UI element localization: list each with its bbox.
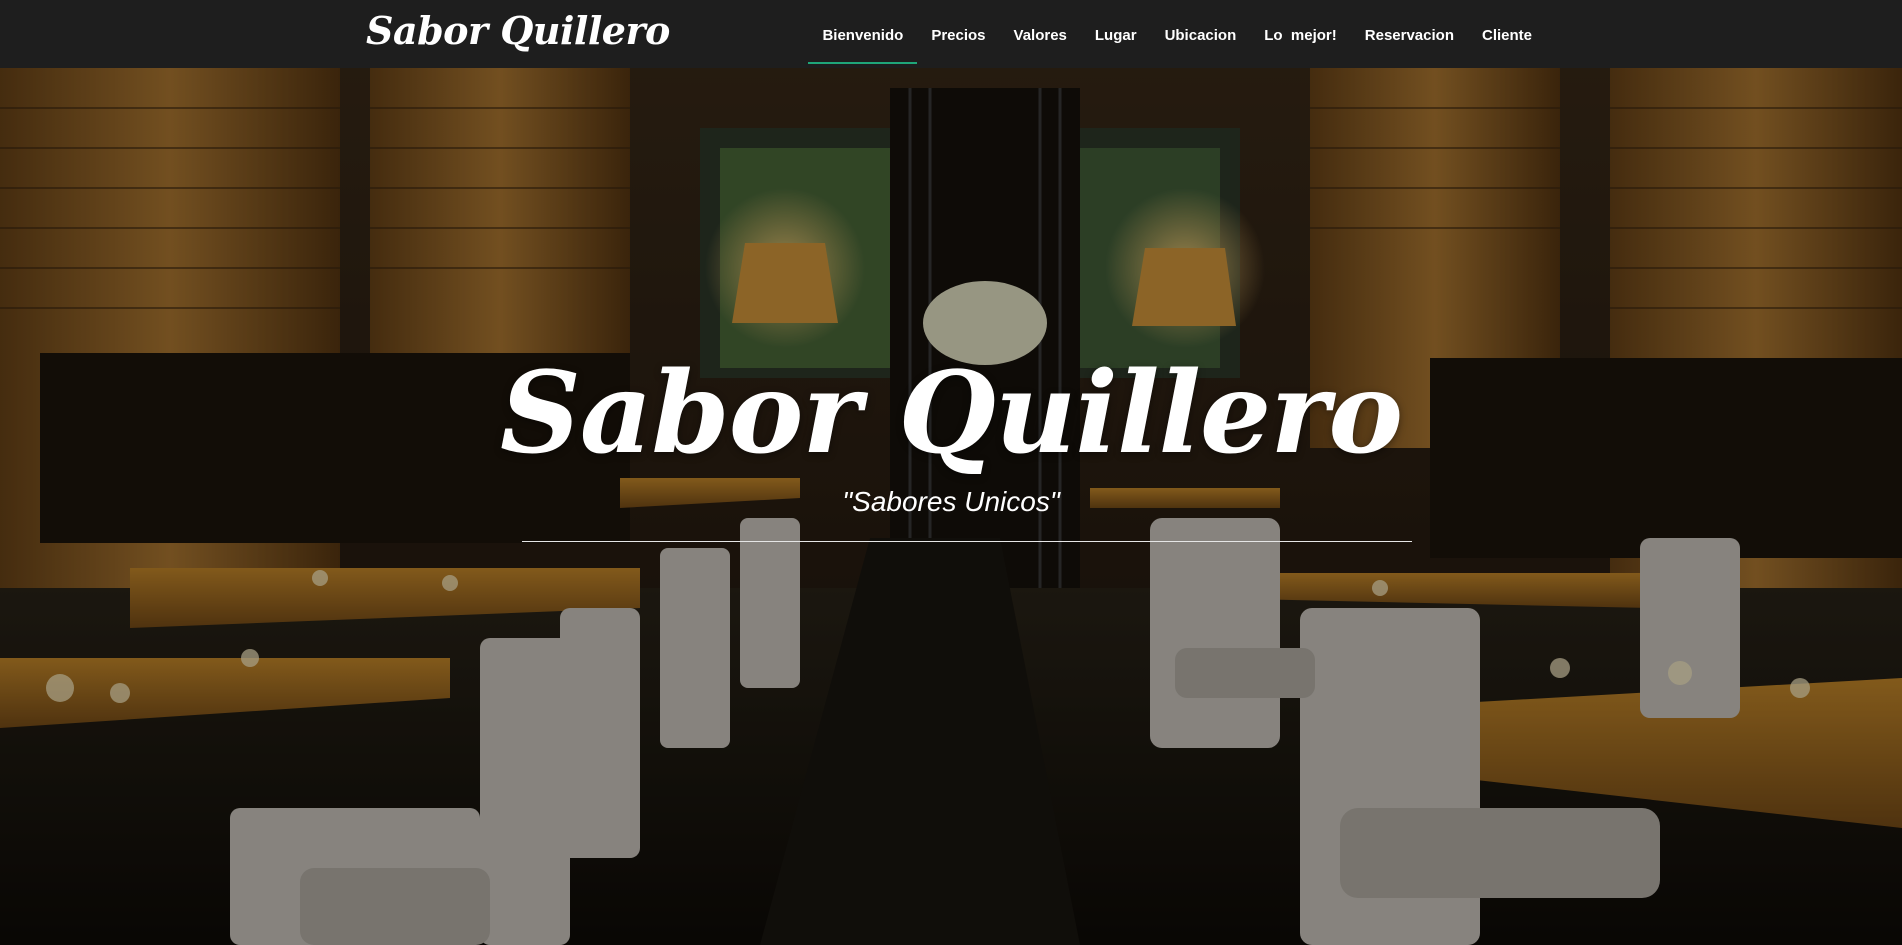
nav-item-bienvenido[interactable]: Bienvenido xyxy=(808,4,918,64)
nav-menu: Bienvenido Precios Valores Lugar Ubicaci… xyxy=(808,0,1546,68)
nav-item-cliente[interactable]: Cliente xyxy=(1468,4,1546,64)
top-navbar: Sabor Quillero Bienvenido Precios Valore… xyxy=(0,0,1902,68)
nav-item-reservacion[interactable]: Reservacion xyxy=(1351,4,1468,64)
hero-title: Sabor Quillero xyxy=(499,348,1403,479)
brand-logo-link[interactable]: Sabor Quillero xyxy=(366,8,670,53)
nav-item-lo-mejor[interactable]: Lo mejor! xyxy=(1250,4,1351,64)
nav-item-ubicacion[interactable]: Ubicacion xyxy=(1151,4,1251,64)
hero-section: Sabor Quillero "Sabores Unicos" xyxy=(0,68,1902,945)
nav-item-precios[interactable]: Precios xyxy=(917,4,999,64)
hero-subtitle: "Sabores Unicos" xyxy=(842,486,1060,517)
nav-item-lugar[interactable]: Lugar xyxy=(1081,4,1151,64)
nav-item-valores[interactable]: Valores xyxy=(1000,4,1081,64)
hero-divider-line xyxy=(522,541,1412,542)
